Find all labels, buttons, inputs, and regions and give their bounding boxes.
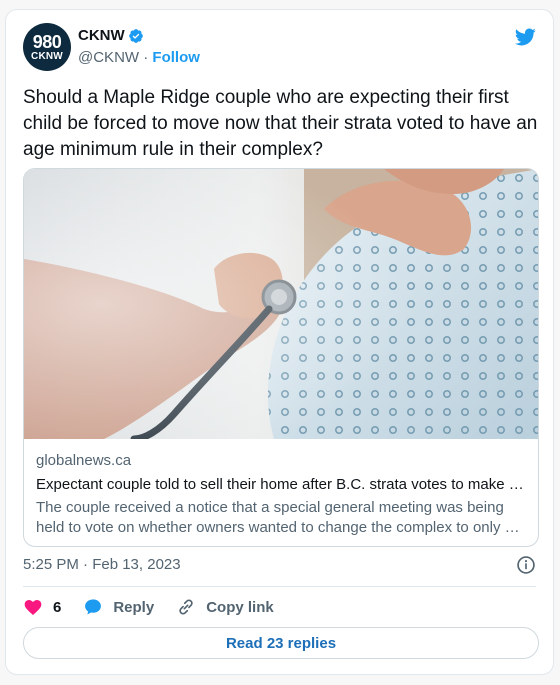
pregnant-woman-stethoscope-photo-icon [24, 169, 538, 439]
link-domain: globalnews.ca [36, 452, 132, 469]
twitter-bird-icon[interactable] [513, 26, 537, 48]
link-preview-meta: globalnews.ca Expectant couple told to s… [24, 439, 538, 538]
handle-row: @CKNW · Follow [78, 49, 200, 66]
action-bar: 6 Reply Copy link [23, 596, 296, 618]
account-name-row: CKNW [78, 27, 144, 44]
tweet-card: 980 CKNW CKNW @CKNW · Follow Should a Ma… [5, 9, 554, 675]
copy-link-button[interactable]: Copy link [176, 597, 274, 617]
copy-link-label: Copy link [206, 598, 274, 616]
tweet-timestamp[interactable]: 5:25 PM · Feb 13, 2023 [23, 556, 181, 573]
tweet-text: Should a Maple Ridge couple who are expe… [23, 87, 538, 160]
link-title[interactable]: Expectant couple told to sell their home… [36, 475, 526, 495]
like-count: 6 [53, 598, 62, 616]
info-icon[interactable] [516, 555, 536, 575]
follow-link[interactable]: Follow [152, 49, 200, 66]
avatar-text-cknw: CKNW [31, 50, 63, 62]
account-handle[interactable]: @CKNW [78, 49, 139, 66]
account-name[interactable]: CKNW [78, 27, 125, 44]
link-description: The couple received a notice that a spec… [36, 499, 520, 536]
like-button[interactable]: 6 [23, 597, 61, 617]
link-icon [179, 599, 193, 615]
reply-button[interactable]: Reply [83, 597, 154, 617]
link-preview-image[interactable] [24, 169, 538, 439]
heart-icon [24, 600, 42, 615]
reply-label: Reply [113, 598, 155, 616]
divider [23, 586, 536, 587]
reply-bubble-icon [85, 599, 102, 615]
avatar[interactable]: 980 CKNW [23, 23, 71, 71]
read-replies-button[interactable]: Read 23 replies [23, 627, 539, 659]
avatar-text-980: 980 [32, 31, 62, 52]
link-preview-card[interactable]: globalnews.ca Expectant couple told to s… [23, 168, 539, 547]
verified-badge-icon [128, 28, 143, 43]
separator-dot: · [143, 49, 149, 66]
